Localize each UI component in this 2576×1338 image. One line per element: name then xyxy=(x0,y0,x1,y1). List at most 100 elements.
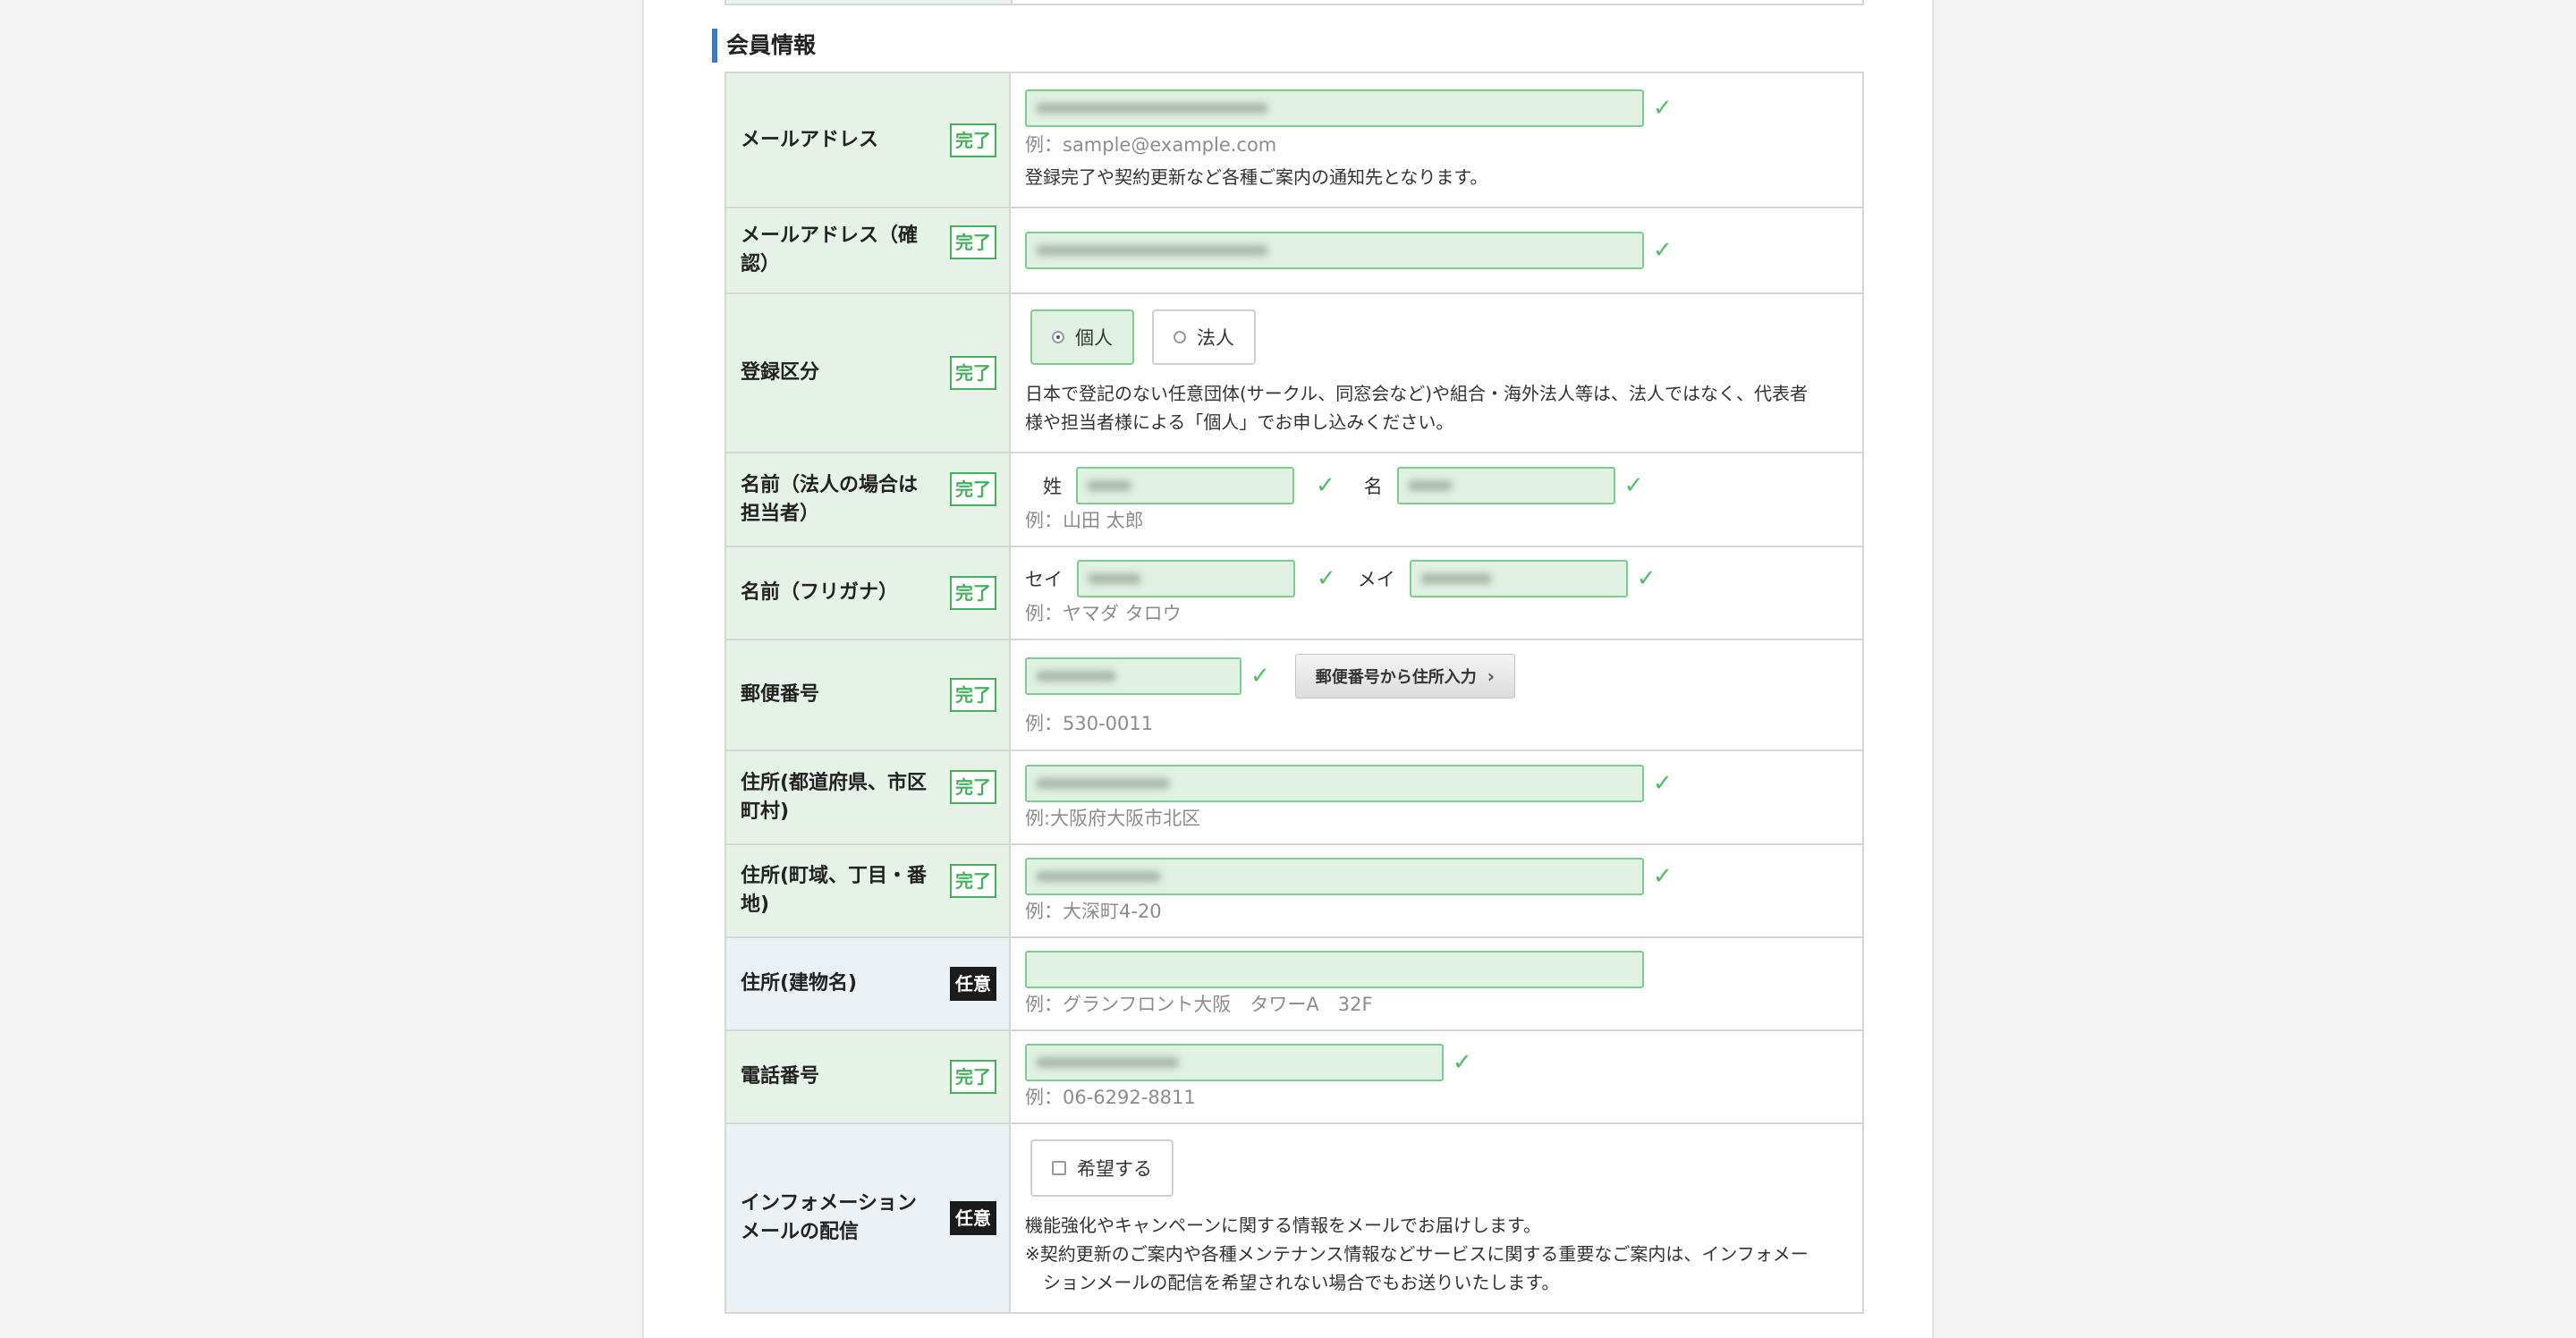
last-name-input[interactable] xyxy=(1076,466,1294,504)
field-email-confirm: ✓ xyxy=(1009,207,1864,294)
check-icon: ✓ xyxy=(1653,237,1673,264)
row-email: メールアドレス 完了 ✓ 例：sample@example.com 登録完了や契… xyxy=(724,72,1864,208)
label-zip: 郵便番号 完了 xyxy=(724,639,1011,751)
field-email: ✓ 例：sample@example.com 登録完了や契約更新など各種ご案内の… xyxy=(1009,72,1864,208)
label-email-confirm-text: メールアドレス（確認） xyxy=(741,224,919,275)
badge-done: 完了 xyxy=(950,123,996,157)
row-tel: 電話番号 完了 ✓ 例：06-6292-8811 xyxy=(724,1029,1864,1124)
label-address-pref-city: 住所(都道府県、市区町村) 完了 xyxy=(724,749,1011,845)
newsletter-checkbox[interactable]: 希望する xyxy=(1030,1139,1174,1197)
label-address-street-text: 住所(町域、丁目・番地) xyxy=(741,865,928,916)
last-kana-label: セイ xyxy=(1025,569,1063,590)
address-pref-city-input[interactable] xyxy=(1025,764,1644,802)
reg-type-note-1: 日本で登記のない任意団体(サークル、同窓会など)や組合・海外法人等は、法人ではな… xyxy=(1025,383,1809,404)
radio-individual[interactable]: 個人 xyxy=(1030,309,1134,365)
check-icon: ✓ xyxy=(1653,863,1673,890)
field-reg-type: 個人 法人 日本で登記のない任意団体(サークル、同窓会など)や組合・海外法人等は、… xyxy=(1009,292,1864,453)
label-address-building-text: 住所(建物名) xyxy=(741,972,858,995)
badge-done: 完了 xyxy=(950,576,996,610)
address-building-input[interactable] xyxy=(1025,951,1644,988)
zip-lookup-button-label: 郵便番号から住所入力 xyxy=(1315,668,1477,687)
first-kana-input[interactable] xyxy=(1409,560,1628,597)
label-address-building: 住所(建物名) 任意 xyxy=(724,936,1011,1031)
name-kana-example: 例：ヤマダ タロウ xyxy=(1025,603,1182,624)
check-icon: ✓ xyxy=(1623,471,1644,499)
check-icon: ✓ xyxy=(1250,663,1270,690)
label-address-pref-city-text: 住所(都道府県、市区町村) xyxy=(741,771,928,823)
newsletter-note-2: ※契約更新のご案内や各種メンテナンス情報などサービスに関する重要なご案内は、イン… xyxy=(1025,1243,1809,1265)
radio-dot-icon xyxy=(1174,331,1186,343)
radio-corporation[interactable]: 法人 xyxy=(1152,309,1256,365)
zip-example: 例：530-0011 xyxy=(1025,713,1154,734)
last-kana-input[interactable] xyxy=(1077,560,1295,597)
row-email-confirm: メールアドレス（確認） 完了 ✓ xyxy=(724,207,1864,294)
chevron-right-icon: › xyxy=(1487,665,1496,687)
email-input[interactable] xyxy=(1025,89,1644,127)
label-name-kana: 名前（フリガナ） 完了 xyxy=(724,546,1011,640)
newsletter-note-3: ションメールの配信を希望されない場合でもお送りいたします。 xyxy=(1043,1272,1560,1293)
section-title: 会員情報 xyxy=(712,29,816,63)
field-address-building: 例：グランフロント大阪 タワーA 32F xyxy=(1009,936,1864,1031)
email-note: 登録完了や契約更新など各種ご案内の通知先となります。 xyxy=(1025,165,1488,188)
row-name: 名前（法人の場合は担当者） 完了 姓 ✓ 名 ✓ 例：山田 太郎 xyxy=(724,452,1864,547)
label-name-kana-text: 名前（フリガナ） xyxy=(741,581,899,604)
row-name-kana: 名前（フリガナ） 完了 セイ ✓ メイ ✓ 例：ヤマダ タロウ xyxy=(724,546,1864,640)
label-tel: 電話番号 完了 xyxy=(724,1029,1011,1124)
newsletter-checkbox-label: 希望する xyxy=(1077,1158,1152,1180)
address-building-example: 例：グランフロント大阪 タワーA 32F xyxy=(1025,994,1373,1015)
field-address-pref-city: ✓ 例:大阪府大阪市北区 xyxy=(1009,749,1864,845)
email-example: 例：sample@example.com xyxy=(1025,133,1277,156)
label-name: 名前（法人の場合は担当者） 完了 xyxy=(724,452,1011,547)
previous-section-edge xyxy=(724,0,1864,5)
first-kana-label: メイ xyxy=(1357,569,1395,590)
zip-input[interactable] xyxy=(1025,657,1241,695)
address-street-input[interactable] xyxy=(1025,858,1644,895)
row-address-building: 住所(建物名) 任意 例：グランフロント大阪 タワーA 32F xyxy=(724,936,1864,1031)
label-name-text: 名前（法人の場合は担当者） xyxy=(741,473,919,525)
label-newsletter-text: インフォメーションメールの配信 xyxy=(741,1192,917,1243)
badge-done: 完了 xyxy=(950,770,996,804)
label-tel-text: 電話番号 xyxy=(741,1065,820,1088)
zip-lookup-button[interactable]: 郵便番号から住所入力 › xyxy=(1294,654,1516,699)
label-reg-type-text: 登録区分 xyxy=(741,361,820,384)
field-zip: ✓ 郵便番号から住所入力 › 例：530-0011 xyxy=(1009,639,1864,751)
radio-dot-icon xyxy=(1052,331,1064,343)
badge-optional: 任意 xyxy=(950,967,996,1001)
name-example: 例：山田 太郎 xyxy=(1025,509,1144,531)
badge-done: 完了 xyxy=(950,472,996,506)
address-pref-city-example: 例:大阪府大阪市北区 xyxy=(1025,807,1201,829)
label-newsletter: インフォメーションメールの配信 任意 xyxy=(724,1122,1011,1314)
radio-individual-label: 個人 xyxy=(1075,327,1113,349)
tel-input[interactable] xyxy=(1025,1044,1444,1081)
last-name-label: 姓 xyxy=(1043,475,1062,497)
first-name-input[interactable] xyxy=(1396,466,1615,504)
check-icon: ✓ xyxy=(1316,471,1335,499)
label-address-street: 住所(町域、丁目・番地) 完了 xyxy=(724,843,1011,938)
field-newsletter: 希望する 機能強化やキャンペーンに関する情報をメールでお届けします。 ※契約更新… xyxy=(1009,1122,1864,1314)
check-icon: ✓ xyxy=(1317,565,1336,592)
address-street-example: 例：大深町4-20 xyxy=(1025,901,1162,922)
badge-done: 完了 xyxy=(950,864,996,898)
radio-corporation-label: 法人 xyxy=(1197,327,1234,349)
label-email: メールアドレス 完了 xyxy=(724,72,1011,208)
field-tel: ✓ 例：06-6292-8811 xyxy=(1009,1029,1864,1124)
field-name-kana: セイ ✓ メイ ✓ 例：ヤマダ タロウ xyxy=(1009,546,1864,640)
check-icon: ✓ xyxy=(1653,769,1673,797)
check-icon: ✓ xyxy=(1453,1049,1472,1076)
badge-done: 完了 xyxy=(950,678,996,712)
tel-example: 例：06-6292-8811 xyxy=(1025,1087,1196,1108)
member-info-form: メールアドレス 完了 ✓ 例：sample@example.com 登録完了や契… xyxy=(724,72,1864,1314)
badge-done: 完了 xyxy=(950,1060,996,1094)
checkbox-icon xyxy=(1052,1161,1066,1175)
row-reg-type: 登録区分 完了 個人 法人 日本で登記のない任意団体(サークル、同窓会など)や組合… xyxy=(724,292,1864,453)
label-email-confirm: メールアドレス（確認） 完了 xyxy=(724,207,1011,294)
field-name: 姓 ✓ 名 ✓ 例：山田 太郎 xyxy=(1009,452,1864,547)
badge-done: 完了 xyxy=(950,356,996,390)
newsletter-note-1: 機能強化やキャンペーンに関する情報をメールでお届けします。 xyxy=(1025,1215,1541,1236)
label-email-text: メールアドレス xyxy=(741,128,879,151)
row-address-pref-city: 住所(都道府県、市区町村) 完了 ✓ 例:大阪府大阪市北区 xyxy=(724,749,1864,845)
check-icon: ✓ xyxy=(1636,565,1657,592)
label-reg-type: 登録区分 完了 xyxy=(724,292,1011,453)
row-zip: 郵便番号 完了 ✓ 郵便番号から住所入力 › 例：530-0011 xyxy=(724,639,1864,751)
email-confirm-input[interactable] xyxy=(1025,232,1644,269)
